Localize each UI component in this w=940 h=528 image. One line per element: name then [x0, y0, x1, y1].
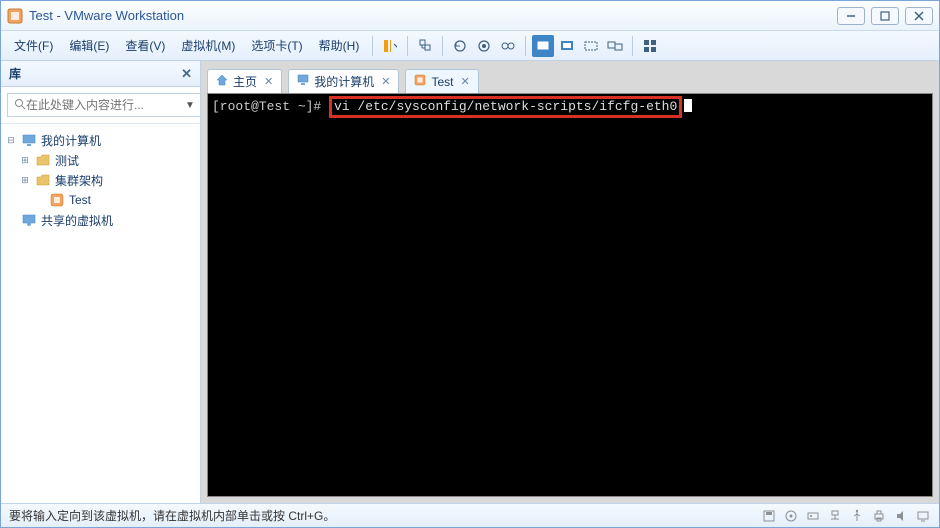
window-title: Test - VMware Workstation [29, 8, 837, 23]
separator [407, 36, 408, 56]
device-usb-icon[interactable] [849, 508, 865, 524]
statusbar: 要将输入定向到该虚拟机，请在虚拟机内部单击或按 Ctrl+G。 [1, 503, 939, 527]
tabs-row: 主页 ✕ 我的计算机 ✕ Test ✕ [207, 67, 933, 93]
tab-close-icon[interactable]: ✕ [381, 75, 390, 88]
terminal-command: vi /etc/sysconfig/network-scripts/ifcfg-… [329, 96, 682, 118]
shared-icon [21, 212, 37, 228]
separator [442, 36, 443, 56]
folder-icon [35, 152, 51, 168]
statusbar-text: 要将输入定向到该虚拟机，请在虚拟机内部单击或按 Ctrl+G。 [9, 507, 753, 524]
tab-close-icon[interactable]: ✕ [264, 75, 273, 88]
separator [632, 36, 633, 56]
tree-folder-test[interactable]: ⊞ 测试 [5, 150, 196, 170]
menu-help[interactable]: 帮助(H) [312, 33, 367, 58]
sidebar-header: 库 ✕ [1, 61, 200, 87]
menu-tabs[interactable]: 选项卡(T) [244, 33, 309, 58]
device-hdd-icon[interactable] [805, 508, 821, 524]
monitor-icon [297, 74, 309, 89]
close-button[interactable] [905, 7, 933, 25]
app-window: Test - VMware Workstation 文件(F) 编辑(E) 查看… [0, 0, 940, 528]
tab-close-icon[interactable]: ✕ [460, 75, 469, 88]
app-icon [7, 8, 23, 24]
menu-vm[interactable]: 虚拟机(M) [174, 33, 242, 58]
terminal-cursor [684, 99, 692, 112]
thumbnail-icon[interactable] [639, 35, 661, 57]
home-icon [216, 74, 228, 89]
device-display-icon[interactable] [915, 508, 931, 524]
snapshot-icon[interactable] [414, 35, 436, 57]
tree-my-computer[interactable]: ⊟ 我的计算机 [5, 130, 196, 150]
device-floppy-icon[interactable] [761, 508, 777, 524]
separator [525, 36, 526, 56]
main-area: 主页 ✕ 我的计算机 ✕ Test ✕ [root@Test ~]# vi /e… [201, 61, 939, 503]
terminal-prompt: [root@Test ~]# [212, 99, 329, 114]
sidebar-close-icon[interactable]: ✕ [181, 66, 192, 82]
view-console-icon[interactable] [532, 35, 554, 57]
unity-icon[interactable] [580, 35, 602, 57]
monitor-icon [21, 132, 37, 148]
tab-home[interactable]: 主页 ✕ [207, 69, 282, 93]
library-tree: ⊟ 我的计算机 ⊞ 测试 ⊞ 集群架构 Test [1, 124, 200, 503]
sidebar-title: 库 [9, 65, 21, 82]
revert-icon[interactable] [449, 35, 471, 57]
device-sound-icon[interactable] [893, 508, 909, 524]
separator [372, 36, 373, 56]
search-box[interactable]: ▼ [7, 93, 202, 117]
pause-button[interactable] [379, 35, 401, 57]
multiscreen-icon[interactable] [604, 35, 626, 57]
device-cd-icon[interactable] [783, 508, 799, 524]
device-network-icon[interactable] [827, 508, 843, 524]
view-fullscreen-icon[interactable] [556, 35, 578, 57]
menu-edit[interactable]: 编辑(E) [62, 33, 116, 58]
snapshot-manager-icon[interactable] [497, 35, 519, 57]
folder-icon [35, 172, 51, 188]
tree-folder-cluster[interactable]: ⊞ 集群架构 [5, 170, 196, 190]
sidebar: 库 ✕ ▼ ⊟ 我的计算机 ⊞ 测试 [1, 61, 201, 503]
tab-test[interactable]: Test ✕ [405, 69, 478, 93]
terminal[interactable]: [root@Test ~]# vi /etc/sysconfig/network… [207, 93, 933, 497]
maximize-button[interactable] [871, 7, 899, 25]
vm-icon [49, 192, 65, 208]
snapshot-take-icon[interactable] [473, 35, 495, 57]
menu-view[interactable]: 查看(V) [118, 33, 172, 58]
tree-vm-test[interactable]: Test [5, 190, 196, 210]
menu-file[interactable]: 文件(F) [7, 33, 60, 58]
search-dropdown-icon[interactable]: ▼ [185, 100, 195, 111]
minimize-button[interactable] [837, 7, 865, 25]
vm-icon [414, 74, 426, 89]
tab-mycomputer[interactable]: 我的计算机 ✕ [288, 69, 399, 93]
titlebar: Test - VMware Workstation [1, 1, 939, 31]
menubar: 文件(F) 编辑(E) 查看(V) 虚拟机(M) 选项卡(T) 帮助(H) [1, 31, 939, 61]
tree-shared-vms[interactable]: 共享的虚拟机 [5, 210, 196, 230]
search-input[interactable] [26, 98, 181, 112]
device-printer-icon[interactable] [871, 508, 887, 524]
search-icon [14, 98, 26, 113]
